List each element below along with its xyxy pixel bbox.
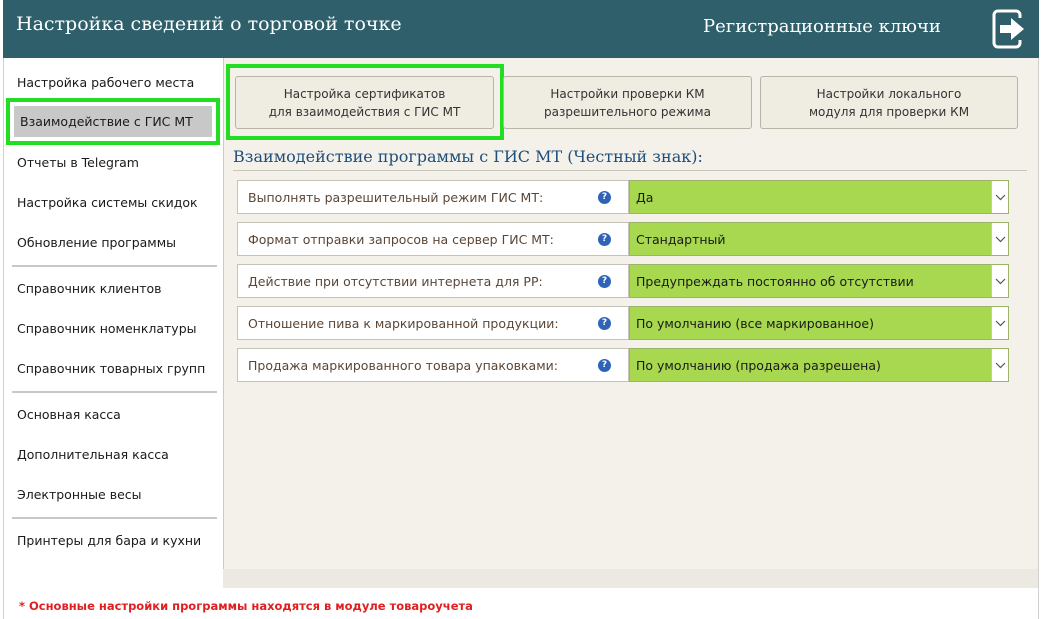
sidebar-divider — [12, 391, 217, 393]
setting-row-request-format: Формат отправки запросов на сервер ГИС М… — [237, 222, 629, 256]
window-border-right — [1038, 58, 1039, 619]
chevron-down-icon — [995, 320, 1006, 327]
dropdown-arrow[interactable] — [991, 349, 1008, 381]
help-icon[interactable]: ? — [598, 191, 611, 204]
help-icon[interactable]: ? — [598, 359, 611, 372]
beer-marking-select[interactable]: По умолчанию (все маркированное) — [629, 306, 1009, 340]
tab-km-permit-check[interactable]: Настройки проверки КМ разрешительного ре… — [503, 76, 752, 129]
sidebar-divider — [12, 265, 217, 267]
request-format-select[interactable]: Стандартный — [629, 222, 1009, 256]
sidebar-item-telegram[interactable]: Отчеты в Telegram — [17, 155, 139, 170]
permit-mode-select[interactable]: Да — [629, 180, 1009, 214]
select-value: Да — [636, 190, 654, 205]
section-title-underline — [233, 170, 1027, 171]
footnote-note: * Основные настройки программы находятся… — [19, 599, 473, 613]
setting-label: Действие при отсутствии интернета для РР… — [248, 274, 543, 289]
sidebar-item-main-register[interactable]: Основная касса — [17, 407, 121, 422]
tab-label-line: модуля для проверки КМ — [808, 105, 970, 119]
exit-door-icon — [992, 9, 1024, 49]
setting-label: Формат отправки запросов на сервер ГИС М… — [248, 232, 554, 247]
app-header: Настройка сведений о торговой точке Реги… — [3, 0, 1039, 58]
help-icon[interactable]: ? — [598, 317, 611, 330]
select-value: Стандартный — [636, 232, 726, 247]
help-icon[interactable]: ? — [598, 275, 611, 288]
sidebar-item-product-groups[interactable]: Справочник товарных групп — [17, 361, 205, 376]
dropdown-arrow[interactable] — [991, 307, 1008, 339]
select-value: По умолчанию (продажа разрешена) — [636, 358, 881, 373]
select-value: Предупреждать постоянно об отсутствии — [636, 274, 914, 289]
offline-action-select[interactable]: Предупреждать постоянно об отсутствии — [629, 264, 1009, 298]
tab-label-line: Настройки локального — [816, 87, 962, 101]
chevron-down-icon — [995, 236, 1006, 243]
setting-label: Выполнять разрешительный режим ГИС МТ: — [248, 190, 544, 205]
chevron-down-icon — [995, 362, 1006, 369]
tab-label-line: Настройки проверки КМ — [550, 87, 705, 101]
dropdown-arrow[interactable] — [991, 223, 1008, 255]
tab-certificates[interactable]: Настройка сертификатов для взаимодействи… — [235, 76, 494, 129]
section-title: Взаимодействие программы с ГИС МТ (Честн… — [233, 147, 703, 166]
dropdown-arrow[interactable] — [991, 181, 1008, 213]
sidebar-item-gis-mt[interactable]: Взаимодействие с ГИС МТ — [14, 106, 212, 137]
setting-label: Отношение пива к маркированной продукции… — [248, 316, 559, 331]
tab-label-line: для взаимодействия с ГИС МТ — [268, 105, 461, 119]
setting-label: Продажа маркированного товара упаковками… — [248, 358, 558, 373]
tab-local-km-module[interactable]: Настройки локального модуля для проверки… — [760, 76, 1018, 129]
sidebar-item-scales[interactable]: Электронные весы — [17, 487, 142, 502]
sidebar-item-extra-register[interactable]: Дополнительная касса — [17, 447, 169, 462]
sidebar-divider — [12, 517, 217, 519]
sidebar-item-discounts[interactable]: Настройка системы скидок — [17, 195, 198, 210]
sidebar-item-clients[interactable]: Справочник клиентов — [17, 281, 162, 296]
sidebar-item-nomenclature[interactable]: Справочник номенклатуры — [17, 321, 197, 336]
setting-row-beer-marking: Отношение пива к маркированной продукции… — [237, 306, 629, 340]
sidebar: Настройка рабочего места Взаимодействие … — [4, 58, 222, 588]
dropdown-arrow[interactable] — [991, 265, 1008, 297]
setting-row-package-sale: Продажа маркированного товара упаковками… — [237, 348, 629, 382]
page-title: Настройка сведений о торговой точке — [16, 13, 402, 35]
sidebar-item-gis-mt-highlight[interactable]: Взаимодействие с ГИС МТ — [6, 98, 220, 145]
setting-row-permit-mode: Выполнять разрешительный режим ГИС МТ: ? — [237, 180, 629, 214]
sidebar-item-workplace[interactable]: Настройка рабочего места — [17, 75, 194, 90]
select-value: По умолчанию (все маркированное) — [636, 316, 874, 331]
sidebar-item-printers[interactable]: Принтеры для бара и кухни — [17, 533, 201, 548]
chevron-down-icon — [995, 278, 1006, 285]
chevron-down-icon — [995, 194, 1006, 201]
tab-label-line: разрешительного режима — [544, 105, 711, 119]
tab-label-line: Настройка сертификатов — [283, 87, 446, 101]
sidebar-item-update[interactable]: Обновление программы — [17, 235, 176, 250]
setting-row-offline-action: Действие при отсутствии интернета для РР… — [237, 264, 629, 298]
package-sale-select[interactable]: По умолчанию (продажа разрешена) — [629, 348, 1009, 382]
help-icon[interactable]: ? — [598, 233, 611, 246]
content-panel-footer — [223, 569, 1038, 588]
registration-keys-link[interactable]: Регистрационные ключи — [703, 16, 941, 37]
exit-button[interactable] — [988, 8, 1028, 50]
